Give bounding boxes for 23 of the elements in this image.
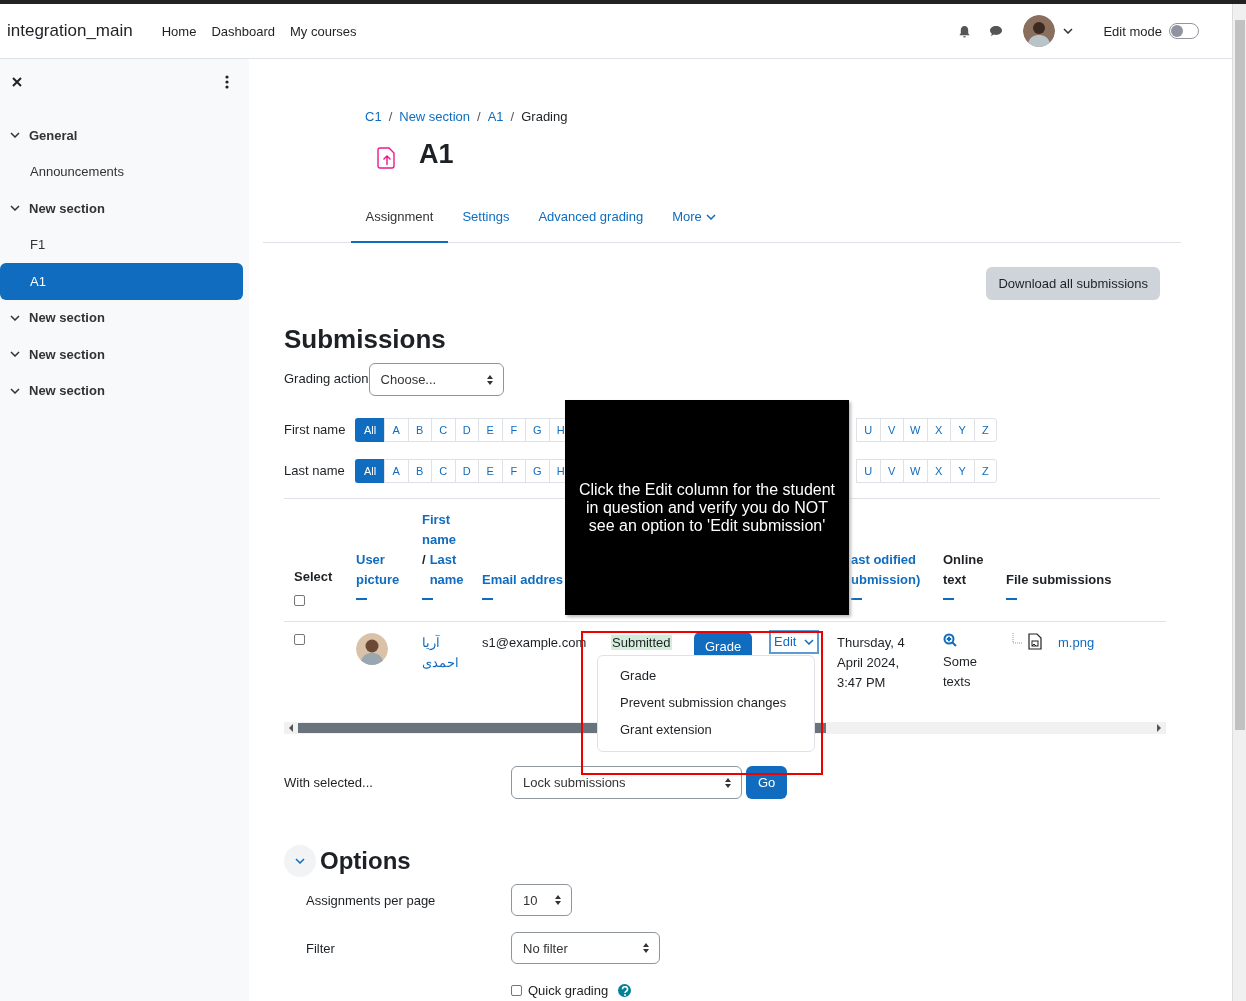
- field-label: Filter: [306, 940, 336, 956]
- column-header: File submissions: [1006, 571, 1113, 589]
- status-label: Submitted: [611, 635, 672, 650]
- breadcrumb-separator: /: [510, 109, 515, 124]
- instruction-overlay: Click the Edit column for the student in question and verify you do NOT see an option to 'Edit submission': [565, 400, 849, 615]
- field-label: Grading action: [284, 371, 369, 386]
- edit-mode-label: Edit mode: [1103, 23, 1162, 39]
- breadcrumb-separator: /: [388, 109, 393, 124]
- field-label: Assignments per page: [306, 892, 437, 908]
- checkbox-label: Quick grading: [528, 983, 609, 998]
- section-heading: Options: [320, 847, 411, 875]
- page-title: A1: [419, 138, 454, 170]
- table-cell-text: Thursday, 4 April 2024, 3:47 PM: [837, 634, 906, 692]
- breadcrumb-current: Grading: [521, 109, 568, 124]
- section-heading: Submissions: [284, 324, 447, 354]
- field-label: Last name: [284, 462, 346, 478]
- field-label: First name: [284, 421, 347, 437]
- column-header: Online text: [943, 551, 985, 589]
- breadcrumb-separator: /: [477, 109, 481, 124]
- column-header: Select: [294, 568, 334, 586]
- separator: /: [422, 551, 426, 569]
- table-cell-text: Some texts: [943, 653, 978, 691]
- field-label: With selected...: [284, 775, 374, 790]
